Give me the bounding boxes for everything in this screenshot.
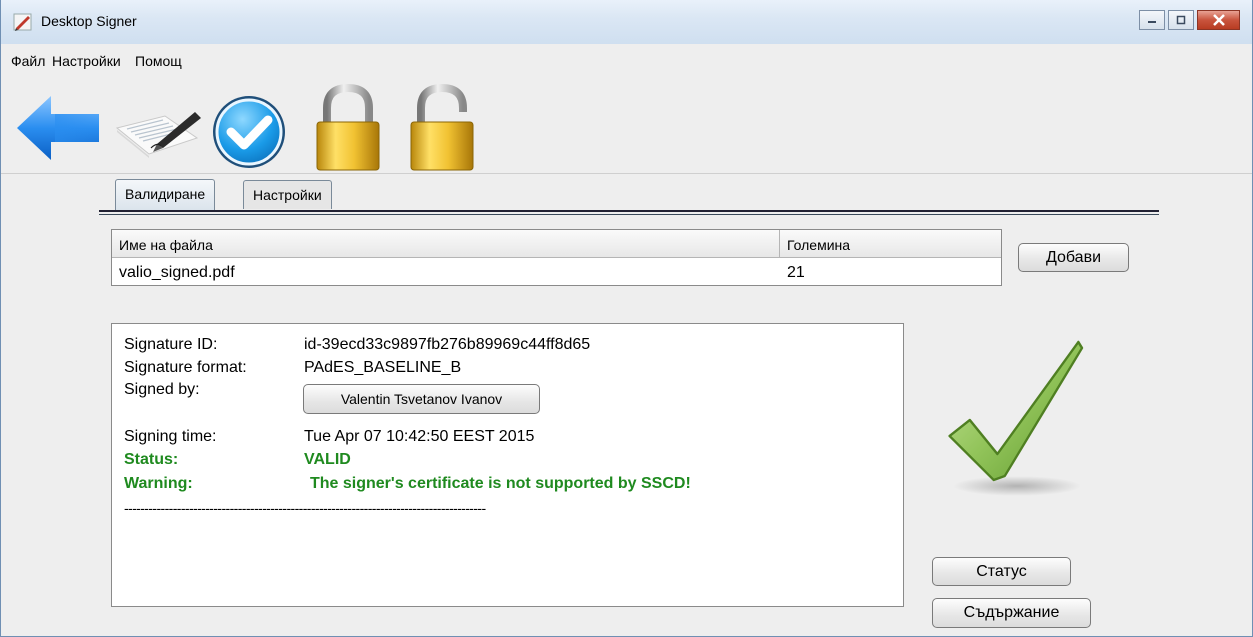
signed-by-label: Signed by: [124,381,200,398]
toolbar [1,82,1252,172]
menu-bar: Файл Настройки Помощ [1,44,1252,72]
maximize-icon [1176,15,1186,25]
valid-checkmark-icon [948,340,1084,496]
signature-format-value: PAdES_BASELINE_B [304,359,462,376]
sign-document-icon[interactable] [113,108,205,164]
column-header-size[interactable]: Големина [780,230,1001,258]
close-button[interactable] [1197,10,1240,30]
back-arrow-icon[interactable] [15,92,99,164]
status-value: VALID [304,451,351,468]
file-table[interactable]: Име на файла Големина valio_signed.pdf 2… [111,229,1002,286]
signing-time-label: Signing time: [124,428,217,445]
tab-validation[interactable]: Валидиране [115,179,216,210]
signature-id-label: Signature ID: [124,336,218,353]
signature-id-value: id-39ecd33c9897fb276b89969c44ff8d65 [304,336,591,353]
menu-settings[interactable]: Настройки [52,53,121,69]
app-window: Desktop Signer Файл Настройки Помощ Вали… [0,0,1253,637]
tab-divider-secondary [99,214,1159,215]
window-controls [1139,10,1240,32]
warning-label: Warning: [124,475,193,492]
content-button[interactable]: Съдържание [932,598,1091,628]
file-name-cell[interactable]: valio_signed.pdf [112,259,780,284]
signature-format-label: Signature format: [124,359,247,376]
column-header-filename[interactable]: Име на файла [112,230,780,258]
status-label: Status: [124,451,179,468]
window-title: Desktop Signer [41,13,137,29]
tab-settings[interactable]: Настройки [243,180,332,209]
close-icon [1212,14,1225,26]
add-button[interactable]: Добави [1018,243,1129,272]
signing-time-value: Tue Apr 07 10:42:50 EEST 2015 [304,428,535,445]
toolbar-separator [1,173,1252,174]
signer-button[interactable]: Valentin Tsvetanov Ivanov [303,384,540,414]
minimize-button[interactable] [1139,10,1165,30]
menu-file[interactable]: Файл [11,53,45,69]
file-size-cell[interactable]: 21 [780,259,1001,284]
tab-divider [99,210,1159,212]
validate-check-icon[interactable] [209,92,289,172]
separator-line: ----------------------------------------… [124,500,486,516]
menu-help[interactable]: Помощ [135,53,182,69]
unlock-icon[interactable] [407,84,477,172]
minimize-icon [1148,21,1156,23]
warning-value: The signer's certificate is not supporte… [310,475,691,492]
maximize-button[interactable] [1168,10,1194,30]
lock-icon[interactable] [313,84,383,172]
status-button[interactable]: Статус [932,557,1071,586]
title-bar[interactable]: Desktop Signer [1,0,1252,44]
signature-info-panel: Signature ID: id-39ecd33c9897fb276b89969… [111,323,904,607]
pen-app-icon [13,13,32,31]
